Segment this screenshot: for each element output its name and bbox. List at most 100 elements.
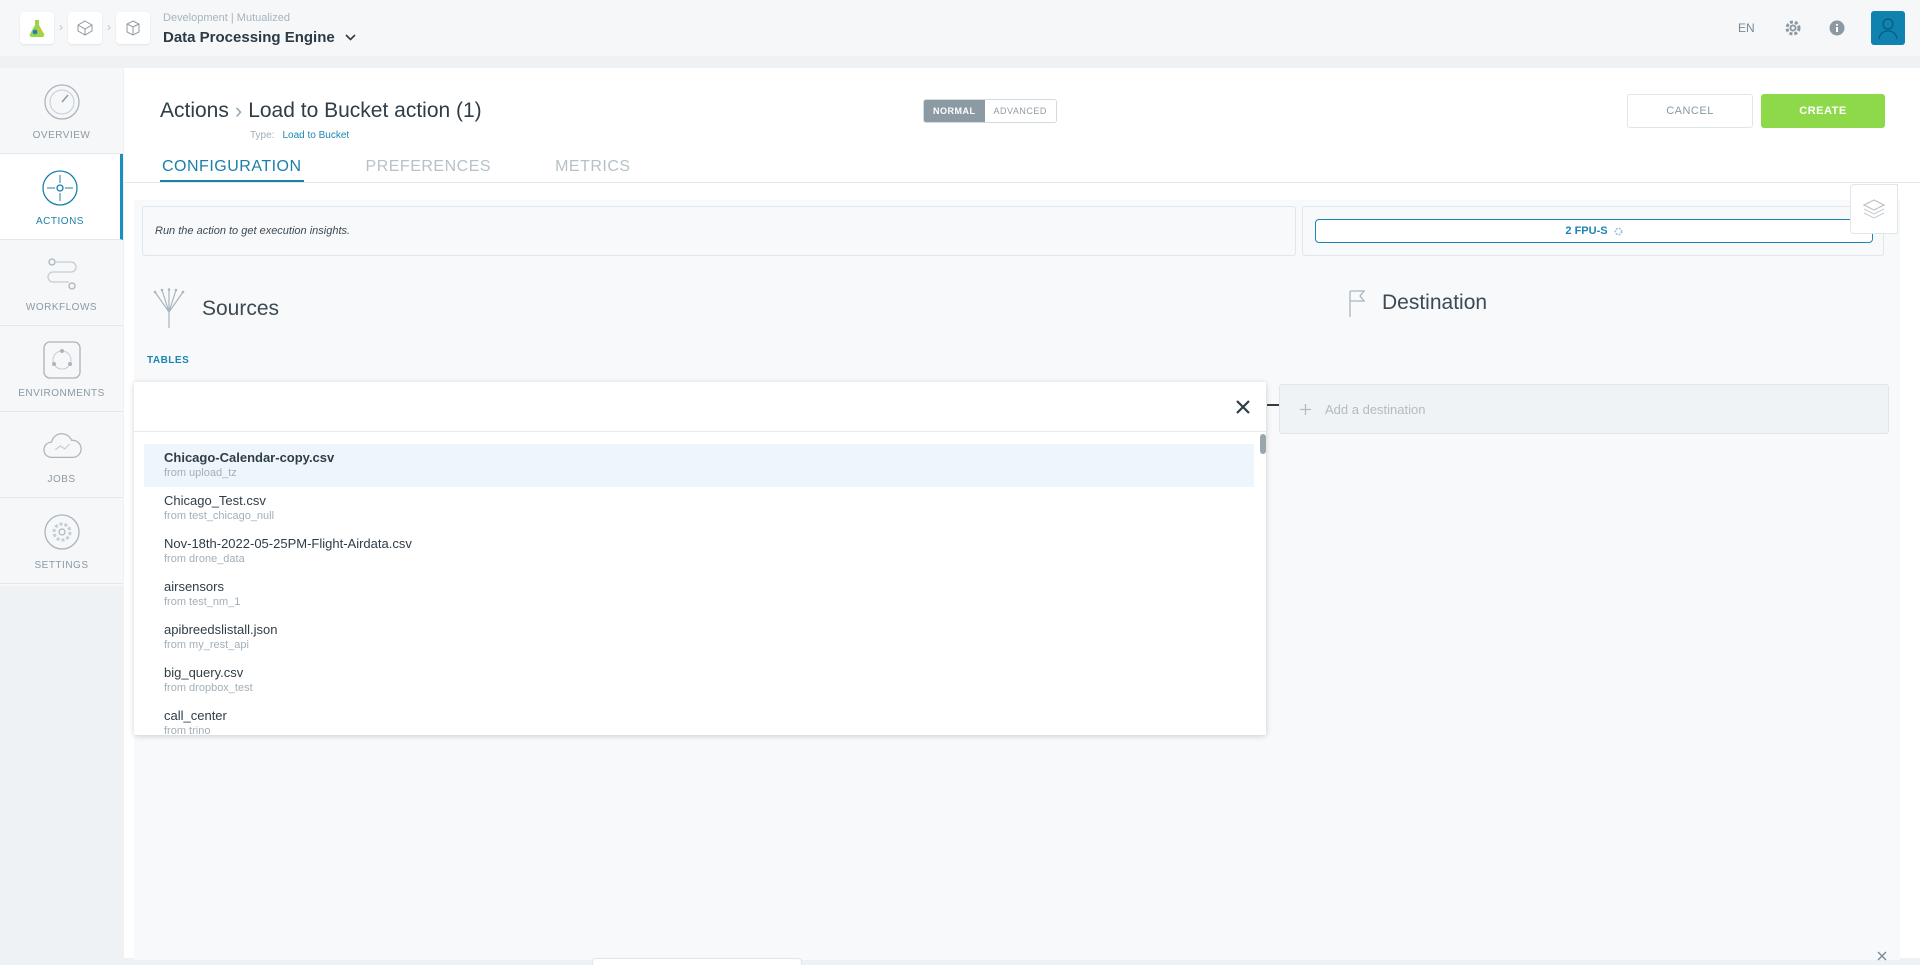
table-name: Chicago-Calendar-copy.csv: [164, 450, 335, 465]
list-item[interactable]: Nov-18th-2022-05-25PM-Flight-Airdata.csv…: [144, 530, 1254, 573]
tabs-divider: [124, 182, 1920, 183]
list-scrollbar[interactable]: [1260, 434, 1266, 454]
sources-title: Sources: [202, 297, 280, 320]
list-item[interactable]: Chicago_Test.csv from test_chicago_null: [144, 487, 1254, 530]
breadcrumb-separator: ›: [59, 20, 63, 34]
bottom-drawer-tab[interactable]: [592, 958, 802, 965]
table-name: call_center: [164, 708, 227, 723]
app-logo-button[interactable]: [20, 12, 54, 44]
mode-toggle: NORMAL ADVANCED: [923, 99, 1057, 123]
gear-small-icon: [1614, 226, 1623, 236]
destination-header: Destination: [1346, 288, 1487, 318]
project-button[interactable]: [116, 12, 150, 44]
settings-button[interactable]: [1783, 18, 1803, 38]
close-icon: [1877, 951, 1887, 961]
nav-label: SETTINGS: [34, 560, 89, 571]
gear-icon: [42, 512, 82, 552]
info-icon: [1829, 20, 1845, 36]
breadcrumb-actions[interactable]: Actions: [160, 99, 229, 123]
list-item[interactable]: Chicago-Calendar-copy.csv from upload_tz: [144, 444, 1254, 487]
project-title: Data Processing Engine: [163, 29, 335, 46]
tables-label: TABLES: [147, 355, 190, 366]
close-dropdown-button[interactable]: [1230, 394, 1256, 420]
table-name: Nov-18th-2022-05-25PM-Flight-Airdata.csv: [164, 536, 412, 551]
type-value: Load to Bucket: [282, 130, 350, 141]
flag-icon: [1349, 290, 1366, 317]
left-navigation: OVERVIEW ACTIONS WORKFLOWS ENVIRONMENTS …: [0, 68, 123, 586]
language-selector[interactable]: EN: [1738, 21, 1755, 35]
project-environment: Development | Mutualized: [163, 12, 290, 24]
network-icon: [42, 340, 82, 380]
nav-label: ENVIRONMENTS: [18, 388, 105, 399]
table-source: from trino: [164, 725, 211, 735]
add-destination-button[interactable]: Add a destination: [1279, 384, 1889, 434]
target-icon: [40, 168, 80, 208]
flask-logo-icon: [29, 20, 45, 37]
breadcrumb-chevron-icon: ›: [234, 98, 243, 123]
tab-configuration[interactable]: CONFIGURATION: [160, 158, 304, 182]
nav-item-environments[interactable]: ENVIRONMENTS: [0, 326, 123, 412]
destination-title: Destination: [1382, 291, 1488, 314]
table-name: airsensors: [164, 579, 224, 594]
table-picker-dropdown: Chicago-Calendar-copy.csv from upload_tz…: [134, 382, 1266, 735]
side-panel-toggle[interactable]: [1850, 184, 1898, 234]
close-icon: [1236, 400, 1250, 414]
plus-icon: [1300, 403, 1311, 415]
table-source: from test_nm_1: [164, 596, 241, 608]
chevron-down-icon: [345, 34, 356, 41]
tab-metrics[interactable]: METRICS: [553, 158, 633, 182]
tab-preferences[interactable]: PREFERENCES: [364, 158, 494, 182]
table-search-input[interactable]: [134, 382, 1266, 432]
create-button[interactable]: CREATE: [1761, 94, 1885, 128]
bottom-close-button[interactable]: [1876, 950, 1888, 962]
action-name[interactable]: Load to Bucket action (1): [248, 99, 481, 123]
cancel-button[interactable]: CANCEL: [1627, 94, 1753, 128]
user-avatar[interactable]: [1871, 11, 1905, 45]
sources-header: Sources: [150, 288, 279, 330]
list-item[interactable]: big_query.csv from dropbox_test: [144, 659, 1254, 702]
box-icon: [126, 20, 140, 36]
nav-item-actions[interactable]: ACTIONS: [0, 154, 123, 240]
table-name: apibreedslistall.json: [164, 622, 278, 637]
table-source: from upload_tz: [164, 467, 237, 479]
list-item[interactable]: call_center from trino: [144, 702, 1254, 735]
layers-icon: [1862, 199, 1886, 219]
cloud-icon: [42, 426, 82, 466]
fpu-selector[interactable]: 2 FPU-S: [1315, 219, 1873, 243]
page-title: Actions › Load to Bucket action (1): [160, 98, 482, 124]
table-source: from dropbox_test: [164, 682, 253, 694]
add-destination-label: Add a destination: [1325, 401, 1426, 417]
sources-funnel-icon: [153, 288, 185, 328]
user-icon: [1878, 18, 1898, 40]
nav-item-settings[interactable]: SETTINGS: [0, 498, 123, 584]
project-selector[interactable]: Data Processing Engine: [163, 29, 356, 46]
info-button[interactable]: [1827, 18, 1847, 38]
nav-item-overview[interactable]: OVERVIEW: [0, 68, 123, 154]
workflow-icon: [42, 254, 82, 294]
table-source: from my_rest_api: [164, 639, 249, 651]
nav-label: WORKFLOWS: [25, 302, 98, 313]
organization-button[interactable]: [68, 12, 102, 44]
type-label: Type:: [250, 130, 275, 141]
list-item[interactable]: apibreedslistall.json from my_rest_api: [144, 616, 1254, 659]
execution-insights: Run the action to get execution insights…: [142, 206, 1296, 256]
nav-item-jobs[interactable]: JOBS: [0, 412, 123, 498]
nav-label: ACTIONS: [36, 216, 84, 227]
list-item[interactable]: airsensors from test_nm_1: [144, 573, 1254, 616]
table-list: Chicago-Calendar-copy.csv from upload_tz…: [144, 444, 1254, 735]
nav-item-workflows[interactable]: WORKFLOWS: [0, 240, 123, 326]
table-name: big_query.csv: [164, 665, 244, 680]
gauge-icon: [42, 82, 82, 122]
nav-label: JOBS: [47, 474, 76, 485]
breadcrumb-separator: ›: [107, 20, 111, 34]
cube-network-icon: [77, 20, 93, 36]
table-name: Chicago_Test.csv: [164, 493, 266, 508]
fpu-panel: 2 FPU-S: [1302, 206, 1884, 256]
mode-advanced-button[interactable]: ADVANCED: [984, 100, 1056, 122]
nav-label: OVERVIEW: [32, 130, 91, 141]
fpu-value: 2 FPU-S: [1565, 225, 1608, 237]
gear-icon: [1785, 20, 1801, 36]
mode-normal-button[interactable]: NORMAL: [924, 100, 985, 122]
top-bar: › › Development | Mutualized Data Proces…: [0, 0, 1920, 56]
main-panel: Actions › Load to Bucket action (1) Type…: [124, 68, 1920, 960]
